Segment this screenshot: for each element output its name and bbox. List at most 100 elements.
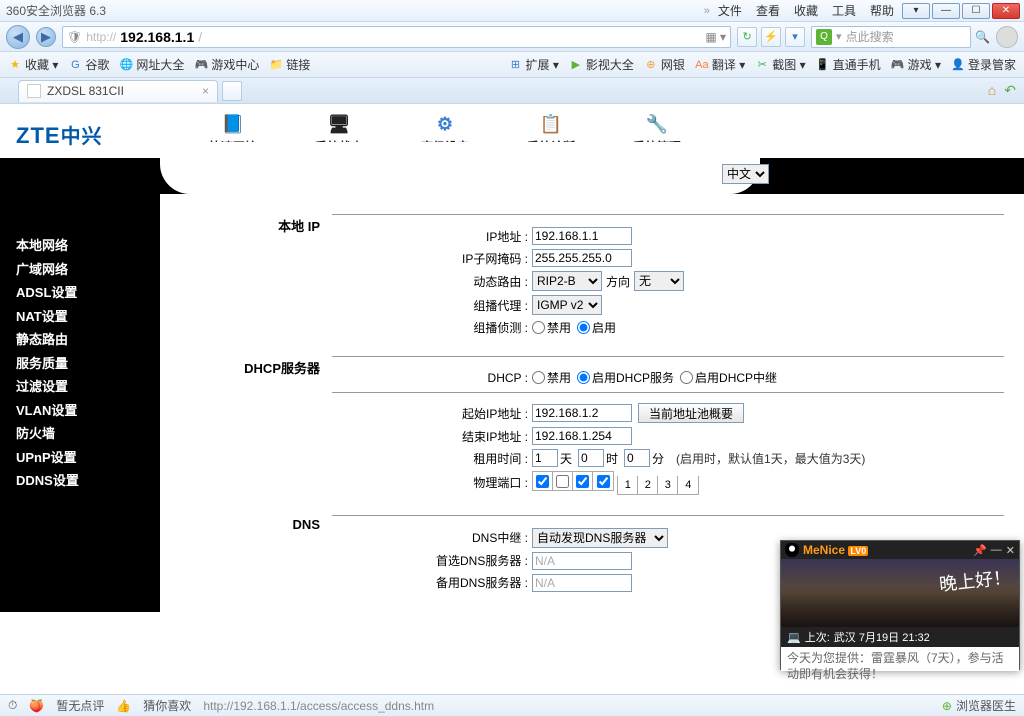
popup-pin-icon[interactable]: 📌 — [973, 544, 987, 557]
refresh-button[interactable]: ↻ — [737, 27, 757, 47]
sidebar-item-9[interactable]: UPnP设置 — [0, 446, 160, 470]
shield-icon: 🛡 — [67, 30, 82, 44]
sidebar-item-6[interactable]: 过滤设置 — [0, 375, 160, 399]
menu-help[interactable]: 帮助 — [870, 2, 894, 19]
radio-dhcp-relay[interactable]: 启用DHCP中继 — [680, 369, 777, 386]
sidebar-item-7[interactable]: VLAN设置 — [0, 399, 160, 423]
menu-favorites[interactable]: 收藏 — [794, 2, 818, 19]
bookmark-2[interactable]: 🌐网址大全 — [119, 56, 184, 73]
dropdown-button[interactable]: ▾ — [785, 27, 805, 47]
forward-button[interactable]: ▶ — [36, 27, 56, 47]
url-host: 192.168.1.1 — [120, 29, 194, 45]
search-placeholder: 点此搜索 — [846, 28, 894, 45]
sidebar-item-3[interactable]: NAT设置 — [0, 305, 160, 329]
sidebar: 本地网络广域网络ADSL设置NAT设置静态路由服务质量过滤设置VLAN设置防火墙… — [0, 194, 160, 612]
radio-dhcp-server[interactable]: 启用DHCP服务 — [577, 369, 674, 386]
status-doctor: 浏览器医生 — [956, 697, 1016, 714]
url-box[interactable]: 🛡 http://192.168.1.1/ ▦ ▾ — [62, 26, 731, 48]
section-lan-title: 本地 IP — [220, 214, 320, 346]
popup-username: MeNice LV0 — [803, 543, 969, 557]
tab-close-icon[interactable]: × — [202, 84, 209, 98]
select-dns-relay[interactable]: 自动发现DNS服务器 — [532, 528, 668, 548]
sidebar-item-10[interactable]: DDNS设置 — [0, 469, 160, 493]
menu-view[interactable]: 查看 — [756, 2, 780, 19]
bookmark-4[interactable]: 📁链接 — [269, 56, 310, 73]
black-divider: 语言 中文 — [0, 158, 1024, 194]
url-input[interactable] — [206, 29, 701, 45]
popup-close-icon[interactable]: ✕ — [1006, 544, 1015, 557]
sidebar-item-1[interactable]: 广域网络 — [0, 258, 160, 282]
lightning-button[interactable]: ⚡ — [761, 27, 781, 47]
fruit-icon[interactable]: 🍑 — [29, 699, 44, 713]
minimize-button[interactable]: — — [932, 3, 960, 19]
toolbar-item-1[interactable]: ▶影视大全 — [569, 56, 634, 73]
qq-popup: MeNice LV0 📌 — ✕ 晚上好！ 💻上次: 武汉 7月19日 21:3… — [780, 540, 1020, 670]
tab-active[interactable]: ZXDSL 831CII × — [18, 80, 218, 102]
input-lease-day[interactable] — [532, 449, 558, 467]
lang-select[interactable]: 中文 — [722, 164, 769, 184]
search-button[interactable]: 🔍 — [975, 30, 990, 44]
home-icon[interactable]: ⌂ — [988, 82, 996, 99]
button-pool-summary[interactable]: 当前地址池概要 — [638, 403, 744, 423]
physical-port-checks — [532, 471, 614, 491]
restore-icon[interactable]: ↶ — [1004, 82, 1016, 99]
sidebar-item-2[interactable]: ADSL设置 — [0, 281, 160, 305]
radio-msnoop-disable[interactable]: 禁用 — [532, 319, 571, 336]
sidebar-item-0[interactable]: 本地网络 — [0, 234, 160, 258]
sidebar-item-5[interactable]: 服务质量 — [0, 352, 160, 376]
menu-file[interactable]: 文件 — [718, 2, 742, 19]
input-lease-min[interactable] — [624, 449, 650, 467]
status-guess: 猜你喜欢 — [143, 697, 191, 714]
status-url: http://192.168.1.1/access/access_ddns.ht… — [203, 699, 434, 713]
new-tab-button[interactable] — [222, 81, 242, 101]
bookmark-bar: ★收藏 ▾ G谷歌 🌐网址大全 🎮游戏中心 📁链接 ⊞扩展 ▾ ▶影视大全 ⊕网银 Aa翻译 … — [0, 52, 1024, 78]
input-dns-primary[interactable] — [532, 552, 632, 570]
popup-image: 晚上好！ — [781, 559, 1019, 627]
popup-message: 今天为您提供：雷霆暴风（7天），参与活动即有机会获得！ — [781, 647, 1019, 671]
barcode-icon[interactable]: ▦ ▾ — [705, 30, 726, 44]
user-avatar[interactable] — [996, 26, 1018, 48]
check-port-1 — [536, 475, 549, 488]
radio-dhcp-disable[interactable]: 禁用 — [532, 369, 571, 386]
toolbar-item-7[interactable]: 👤登录管家 — [951, 56, 1016, 73]
bookmark-0[interactable]: ★收藏 ▾ — [8, 56, 58, 73]
url-path: / — [198, 29, 202, 45]
popup-min-icon[interactable]: — — [991, 544, 1002, 556]
bookmark-3[interactable]: 🎮游戏中心 — [194, 56, 259, 73]
toolbar-item-6[interactable]: 🎮游戏 ▾ — [891, 56, 941, 73]
toolbar-item-5[interactable]: 📱直通手机 — [816, 56, 881, 73]
sidebar-item-8[interactable]: 防火墙 — [0, 422, 160, 446]
bookmark-1[interactable]: G谷歌 — [68, 56, 109, 73]
select-direction[interactable]: 无 — [634, 271, 684, 291]
speed-icon[interactable]: ⏱ — [8, 698, 17, 713]
toolbar-item-3[interactable]: Aa翻译 ▾ — [695, 56, 745, 73]
input-ip[interactable] — [532, 227, 632, 245]
radio-msnoop-enable[interactable]: 启用 — [577, 319, 616, 336]
menu-tools[interactable]: 工具 — [832, 2, 856, 19]
penguin-icon — [785, 543, 799, 557]
sidebar-item-4[interactable]: 静态路由 — [0, 328, 160, 352]
thumb-icon[interactable]: 👍 — [116, 699, 131, 713]
tab-title: ZXDSL 831CII — [47, 84, 124, 98]
brand-logo: ZTE中兴 — [10, 120, 150, 149]
tray-button[interactable]: ▾ — [902, 3, 930, 19]
close-button[interactable]: ✕ — [992, 3, 1020, 19]
toolbar-item-4[interactable]: ✂截图 ▾ — [755, 56, 805, 73]
input-dhcp-start[interactable] — [532, 404, 632, 422]
select-dynroute[interactable]: RIP2-B — [532, 271, 602, 291]
doctor-icon[interactable]: ⊕ — [942, 699, 952, 713]
input-mask[interactable] — [532, 249, 632, 267]
search-box[interactable]: Q▾ 点此搜索 — [811, 26, 971, 48]
back-button[interactable]: ◀ — [6, 25, 30, 49]
input-lease-hour[interactable] — [578, 449, 604, 467]
toolbar-item-0[interactable]: ⊞扩展 ▾ — [509, 56, 559, 73]
window-titlebar: 360安全浏览器 6.3 » 文件 查看 收藏 工具 帮助 ▾ — ☐ ✕ — [0, 0, 1024, 22]
input-dns-secondary[interactable] — [532, 574, 632, 592]
toolbar-item-2[interactable]: ⊕网银 — [644, 56, 685, 73]
maximize-button[interactable]: ☐ — [962, 3, 990, 19]
lang-label: 语言 — [692, 166, 716, 183]
input-dhcp-end[interactable] — [532, 427, 632, 445]
select-mproxy[interactable]: IGMP v2 — [532, 295, 602, 315]
search-engine-icon: Q — [816, 29, 832, 45]
check-port-3 — [576, 475, 589, 488]
